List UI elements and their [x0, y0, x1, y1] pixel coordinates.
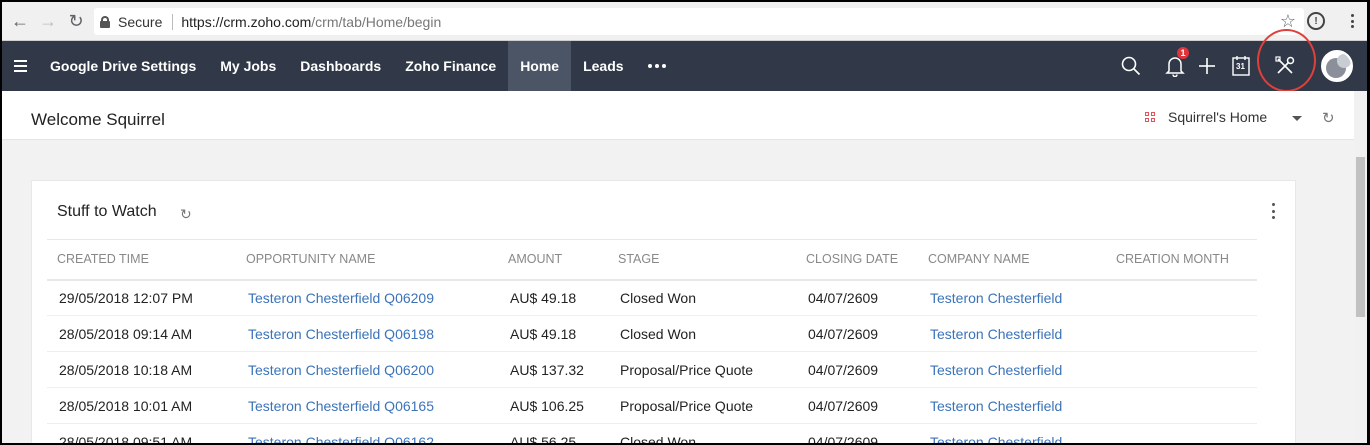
opportunity-link[interactable]: Testeron Chesterfield Q06200 [236, 351, 498, 388]
welcome-title: Welcome Squirrel [31, 110, 165, 129]
stuff-to-watch-table: CREATED TIME OPPORTUNITY NAME AMOUNT STA… [47, 239, 1257, 443]
tab-zoho-finance[interactable]: Zoho Finance [393, 41, 508, 91]
stage-cell: Closed Won [608, 315, 796, 352]
creation-month-cell [1106, 351, 1257, 388]
avatar[interactable] [1321, 50, 1353, 82]
amount-cell: AU$ 106.25 [498, 387, 608, 424]
calendar-day: 31 [1236, 62, 1245, 71]
tab-leads[interactable]: Leads [571, 41, 635, 91]
amount-cell: AU$ 137.32 [498, 351, 608, 388]
stage-cell: Closed Won [608, 279, 796, 316]
column-header[interactable]: CREATED TIME [47, 240, 236, 280]
url-path: /crm/tab/Home/begin [311, 13, 442, 30]
table-header-row: CREATED TIME OPPORTUNITY NAME AMOUNT STA… [47, 239, 1257, 280]
plus-icon[interactable] [1194, 41, 1220, 91]
grid-icon [1145, 111, 1156, 123]
company-link[interactable]: Testeron Chesterfield [918, 279, 1106, 316]
bell-icon[interactable]: 1 [1162, 41, 1189, 91]
url-host: https://crm.zoho.com [181, 13, 312, 30]
amount-cell: AU$ 49.18 [498, 279, 608, 316]
refresh-icon[interactable]: ↻ [1322, 109, 1335, 127]
table-row[interactable]: 28/05/2018 10:01 AM Testeron Chesterfiel… [47, 387, 1257, 424]
amount-cell: AU$ 56.25 [498, 423, 608, 443]
opportunity-link[interactable]: Testeron Chesterfield Q06165 [236, 387, 498, 424]
tab-my-jobs[interactable]: My Jobs [208, 41, 288, 91]
opportunity-link[interactable]: Testeron Chesterfield Q06198 [236, 315, 498, 352]
column-header[interactable]: AMOUNT [498, 240, 608, 280]
card-refresh-icon[interactable]: ↻ [180, 206, 192, 223]
column-header[interactable]: STAGE [608, 240, 796, 280]
highlight-ring [1257, 29, 1316, 92]
creation-month-cell [1106, 315, 1257, 352]
opportunity-link[interactable]: Testeron Chesterfield Q06162 [236, 423, 498, 443]
screen-frame: ← → ↻ Secure https://crm.zoho.com /crm/t… [2, 2, 1367, 443]
table-row[interactable]: 28/05/2018 10:18 AM Testeron Chesterfiel… [47, 351, 1257, 388]
chevron-down-icon[interactable] [1292, 116, 1302, 121]
avatar-wrapper[interactable] [1320, 41, 1354, 91]
calendar-icon[interactable]: 31 [1228, 41, 1254, 91]
creation-month-cell [1106, 279, 1257, 316]
company-link[interactable]: Testeron Chesterfield [918, 423, 1106, 443]
home-subheader: Welcome Squirrel Squirrel's Home ↻ [2, 91, 1354, 140]
forward-icon[interactable]: → [34, 7, 62, 35]
stage-cell: Proposal/Price Quote [608, 387, 796, 424]
closing-date-cell: 04/07/2609 [796, 351, 918, 388]
back-icon[interactable]: ← [6, 7, 34, 35]
stuff-to-watch-card: Stuff to Watch ↻ CREATED TIME OPPORTUNIT… [31, 180, 1296, 443]
tab-google-drive-settings[interactable]: Google Drive Settings [38, 41, 208, 91]
lock-icon [100, 15, 110, 28]
search-icon[interactable] [1118, 41, 1144, 91]
home-view-label: Squirrel's Home [1168, 109, 1268, 125]
created-time-cell: 28/05/2018 10:01 AM [47, 387, 236, 424]
creation-month-cell [1106, 387, 1257, 424]
closing-date-cell: 04/07/2609 [796, 387, 918, 424]
reload-icon[interactable]: ↻ [62, 7, 90, 35]
scrollbar-thumb[interactable] [1356, 157, 1365, 317]
column-header[interactable]: COMPANY NAME [918, 240, 1106, 280]
menu-icon[interactable] [2, 41, 38, 91]
table-row[interactable]: 29/05/2018 12:07 PM Testeron Chesterfiel… [47, 279, 1257, 316]
created-time-cell: 29/05/2018 12:07 PM [47, 279, 236, 316]
column-header[interactable]: CLOSING DATE [796, 240, 918, 280]
company-link[interactable]: Testeron Chesterfield [918, 351, 1106, 388]
stage-cell: Closed Won [608, 423, 796, 443]
created-time-cell: 28/05/2018 10:18 AM [47, 351, 236, 388]
company-link[interactable]: Testeron Chesterfield [918, 387, 1106, 424]
table-row[interactable]: 28/05/2018 09:51 AM Testeron Chesterfiel… [47, 423, 1257, 443]
card-title: Stuff to Watch [57, 203, 157, 220]
created-time-cell: 28/05/2018 09:51 AM [47, 423, 236, 443]
amount-cell: AU$ 49.18 [498, 315, 608, 352]
column-header[interactable]: CREATION MONTH [1106, 240, 1257, 280]
address-separator [172, 13, 174, 30]
column-header[interactable]: OPPORTUNITY NAME [236, 240, 498, 280]
table-row[interactable]: 28/05/2018 09:14 AM Testeron Chesterfiel… [47, 315, 1257, 352]
extension-icon[interactable]: ! [1307, 12, 1325, 30]
company-link[interactable]: Testeron Chesterfield [918, 315, 1106, 352]
vertical-scrollbar[interactable] [1354, 91, 1367, 443]
browser-menu-icon[interactable] [1342, 11, 1362, 31]
tab-home[interactable]: Home [508, 41, 572, 91]
closing-date-cell: 04/07/2609 [796, 279, 918, 316]
card-menu-icon[interactable] [1272, 203, 1276, 219]
created-time-cell: 28/05/2018 09:14 AM [47, 315, 236, 352]
opportunity-link[interactable]: Testeron Chesterfield Q06209 [236, 279, 498, 316]
address-bar[interactable]: Secure https://crm.zoho.com /crm/tab/Hom… [94, 8, 1304, 35]
home-view-select[interactable]: Squirrel's Home [1145, 109, 1267, 125]
closing-date-cell: 04/07/2609 [796, 423, 918, 443]
more-tabs-icon[interactable] [636, 41, 678, 91]
secure-label: Secure [118, 13, 163, 30]
browser-toolbar: ← → ↻ Secure https://crm.zoho.com /crm/t… [2, 2, 1367, 41]
closing-date-cell: 04/07/2609 [796, 315, 918, 352]
tab-dashboards[interactable]: Dashboards [288, 41, 393, 91]
notification-badge: 1 [1177, 47, 1189, 59]
stage-cell: Proposal/Price Quote [608, 351, 796, 388]
creation-month-cell [1106, 423, 1257, 443]
